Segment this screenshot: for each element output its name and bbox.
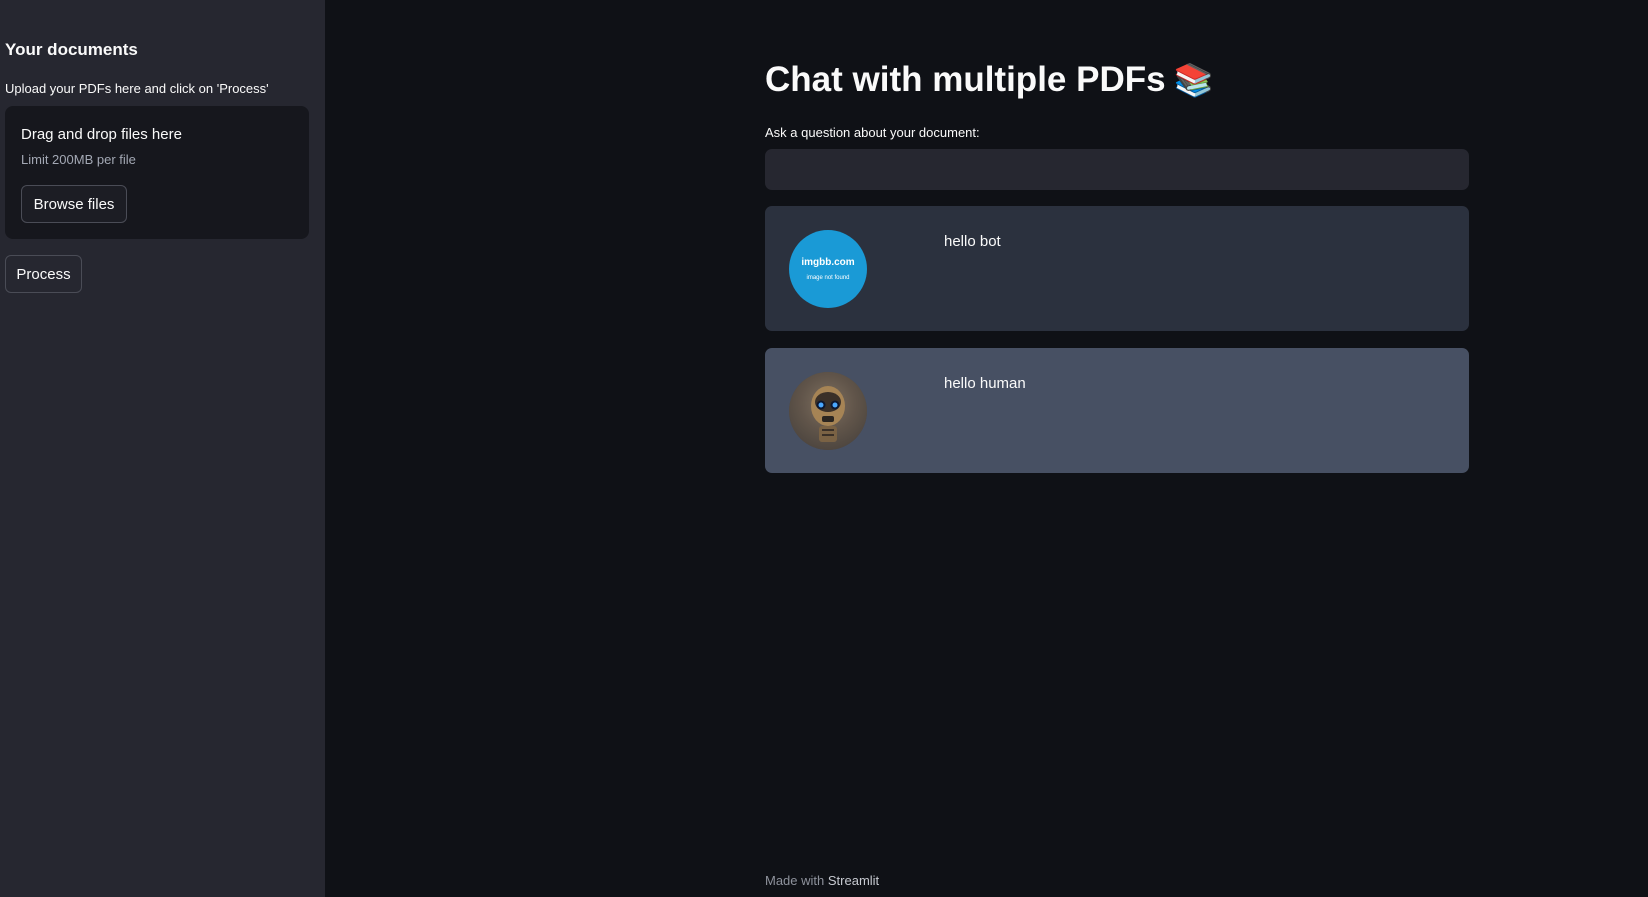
- footer: Made with Streamlit: [765, 873, 879, 888]
- browse-files-button[interactable]: Browse files: [21, 185, 127, 223]
- process-button[interactable]: Process: [5, 255, 82, 293]
- footer-prefix: Made with: [765, 873, 825, 888]
- avatar-note-text: image not found: [806, 275, 850, 281]
- dropzone-limit: Limit 200MB per file: [21, 152, 136, 167]
- page-title: Chat with multiple PDFs 📚: [765, 60, 1213, 100]
- robot-avatar-icon: [789, 372, 867, 450]
- message-text: hello bot: [944, 233, 1001, 250]
- sidebar-title: Your documents: [5, 40, 138, 59]
- page-title-text: Chat with multiple PDFs: [765, 60, 1166, 99]
- dropzone-title: Drag and drop files here: [21, 126, 182, 143]
- books-icon: 📚: [1173, 62, 1214, 98]
- user-avatar: imgbb.com image not found: [789, 230, 867, 308]
- chat-message-bot: hello human: [765, 348, 1469, 473]
- streamlit-link[interactable]: Streamlit: [828, 873, 879, 888]
- sidebar-caption: Upload your PDFs here and click on 'Proc…: [5, 81, 269, 96]
- file-dropzone[interactable]: Drag and drop files here Limit 200MB per…: [5, 106, 309, 239]
- avatar-brand-text: imgbb.com: [801, 257, 855, 268]
- message-text: hello human: [944, 375, 1026, 392]
- question-input[interactable]: [765, 149, 1469, 190]
- question-label: Ask a question about your document:: [765, 125, 980, 140]
- sidebar: Your documents Upload your PDFs here and…: [0, 0, 325, 897]
- chat-message-user: imgbb.com image not found hello bot: [765, 206, 1469, 331]
